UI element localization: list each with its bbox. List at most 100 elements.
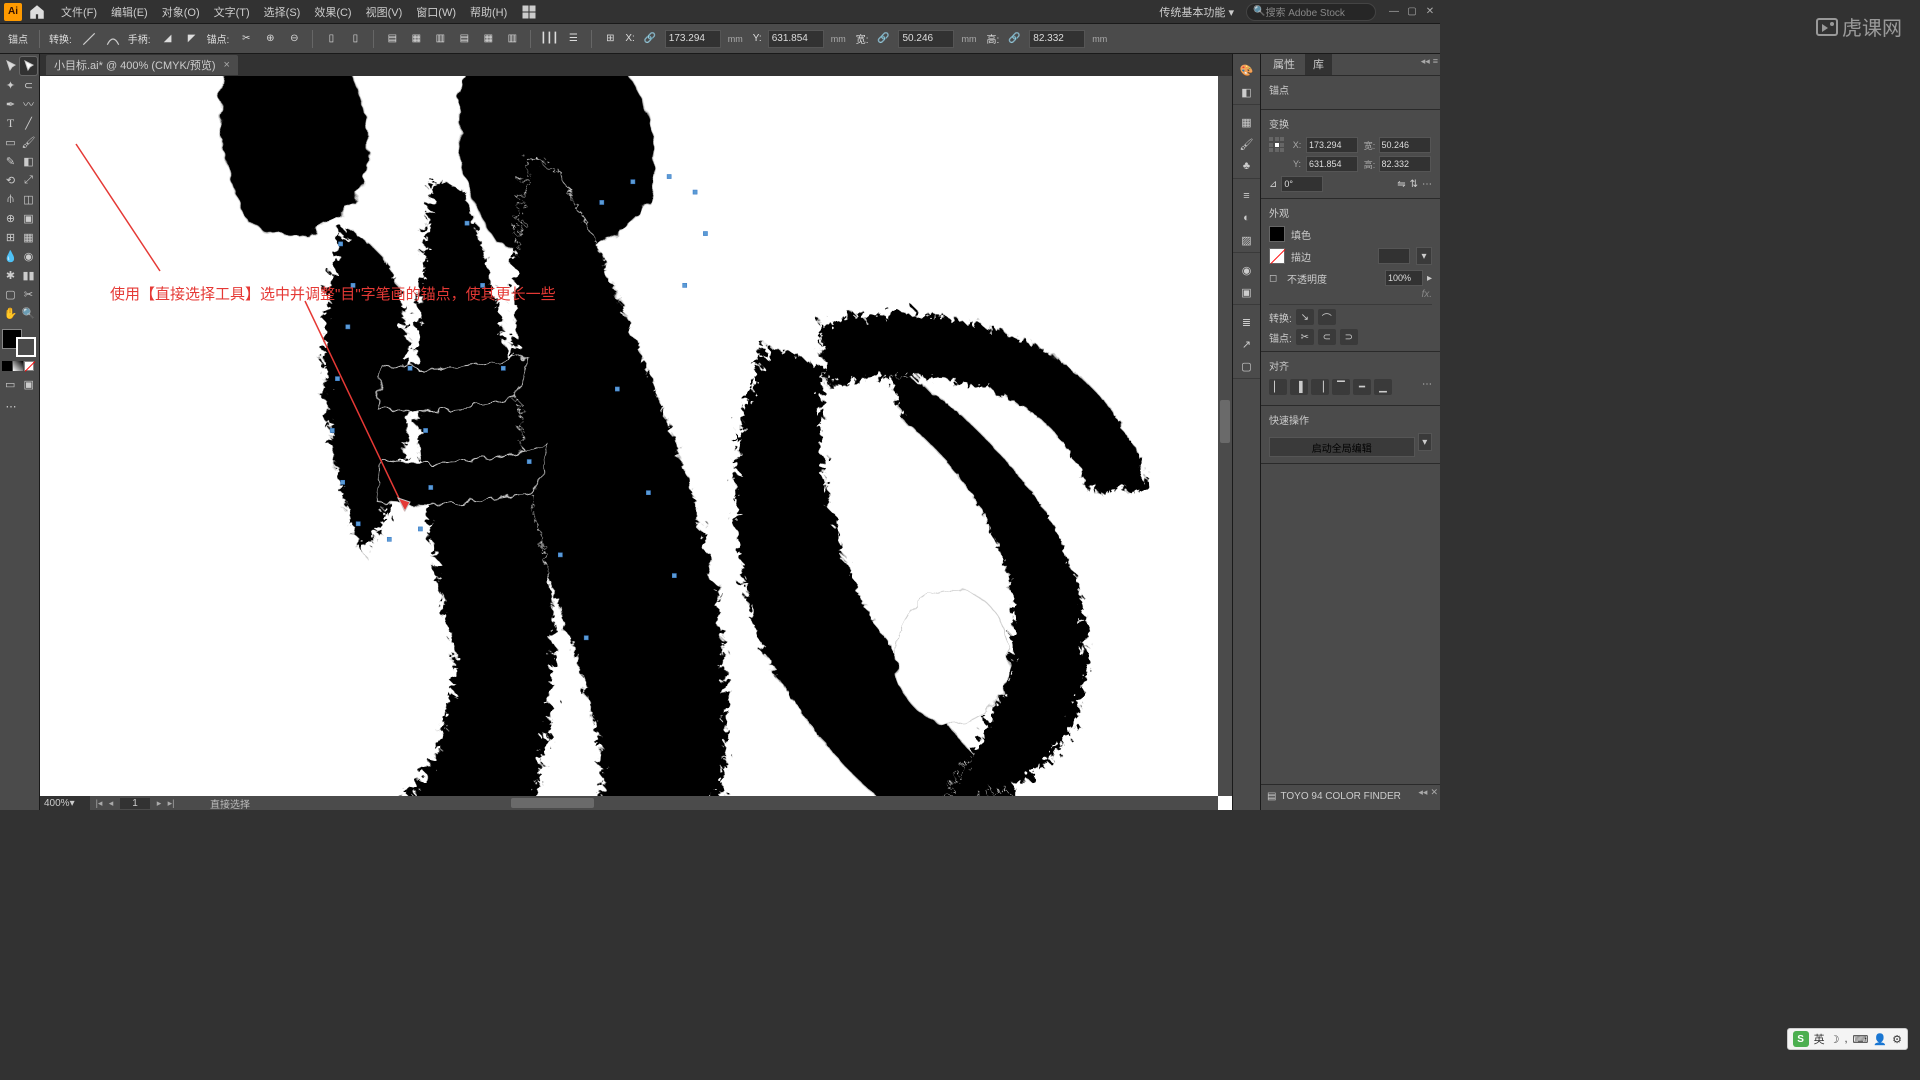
pen-tool[interactable]: ✒: [2, 95, 19, 113]
prop-x-input[interactable]: [1306, 137, 1358, 153]
perspective-tool[interactable]: ▣: [20, 209, 37, 227]
link-wh2-icon[interactable]: 🔗: [1005, 30, 1023, 48]
brushes-icon[interactable]: 🖌: [1238, 135, 1256, 153]
x-input[interactable]: [665, 30, 721, 48]
w-input[interactable]: [898, 30, 954, 48]
stroke-panel-icon[interactable]: ≡: [1238, 187, 1256, 205]
y-input[interactable]: [768, 30, 824, 48]
workspace-selector[interactable]: 传统基本功能 ▾: [1153, 2, 1240, 22]
menu-window[interactable]: 窗口(W): [409, 1, 463, 23]
swatches-icon[interactable]: ▦: [1238, 113, 1256, 131]
page-input[interactable]: 1: [120, 798, 150, 809]
ime-keyboard-icon[interactable]: ⌨: [1853, 1033, 1869, 1046]
remove-anchor-btn[interactable]: ✂: [1296, 329, 1314, 345]
appearance-icon[interactable]: ◉: [1238, 261, 1256, 279]
ime-person-icon[interactable]: 👤: [1873, 1033, 1887, 1046]
adobe-stock-search[interactable]: 🔍 搜索 Adobe Stock: [1246, 3, 1376, 21]
align-vcenter-icon[interactable]: ▦: [479, 30, 497, 48]
edit-toolbar[interactable]: ⋯: [2, 397, 20, 415]
tab-properties[interactable]: 属性: [1265, 54, 1303, 75]
align-top-btn[interactable]: ▔: [1332, 379, 1350, 395]
zoom-display[interactable]: 400% ▾: [40, 796, 90, 810]
artboards-icon[interactable]: ▢: [1238, 357, 1256, 375]
screen-modes[interactable]: ▭▣: [2, 375, 37, 393]
hand-tool[interactable]: ✋: [2, 304, 19, 322]
vertical-scrollbar[interactable]: [1218, 76, 1232, 796]
graph-tool[interactable]: ▮▮: [20, 266, 37, 284]
quick-dropdown[interactable]: ▾: [1418, 433, 1432, 451]
rectangle-tool[interactable]: ▭: [2, 133, 19, 151]
align-right-btn[interactable]: ▕: [1311, 379, 1329, 395]
ime-toolbar[interactable]: S 英 ☽ , ⌨ 👤 ⚙: [1787, 1028, 1908, 1050]
curvature-tool[interactable]: 〰: [20, 95, 37, 113]
stroke-weight-input[interactable]: [1378, 248, 1410, 264]
doc-tab[interactable]: 小目标.ai* @ 400% (CMYK/预览)×: [46, 55, 238, 75]
paintbrush-tool[interactable]: 🖌: [20, 133, 37, 151]
artboard-nav[interactable]: |◂◂: [94, 798, 116, 809]
minimize-button[interactable]: —: [1388, 6, 1400, 18]
align-center-btn[interactable]: ▐: [1290, 379, 1308, 395]
direct-selection-tool[interactable]: [20, 57, 37, 75]
ime-settings-icon[interactable]: ⚙: [1892, 1033, 1902, 1046]
convert-smooth-icon[interactable]: [104, 30, 122, 48]
mesh-tool[interactable]: ⊞: [2, 228, 19, 246]
align-bottom-btn[interactable]: ▁: [1374, 379, 1392, 395]
cut-path-icon[interactable]: ⊖: [285, 30, 303, 48]
lasso-tool[interactable]: ⊂: [20, 76, 37, 94]
align-top-icon[interactable]: ▤: [455, 30, 473, 48]
align-left-btn[interactable]: ▏: [1269, 379, 1287, 395]
flip-h-icon[interactable]: ⇋: [1397, 179, 1405, 190]
home-icon[interactable]: [28, 3, 46, 21]
more-options-icon[interactable]: ⋯: [1422, 179, 1432, 190]
gradient-tool[interactable]: ▦: [20, 228, 37, 246]
asset-export-icon[interactable]: ↗: [1238, 335, 1256, 353]
gradient-panel-icon[interactable]: ◐: [1238, 209, 1256, 227]
global-edit-button[interactable]: 启动全局编辑: [1269, 437, 1415, 457]
shaper-tool[interactable]: ✎: [2, 152, 19, 170]
maximize-button[interactable]: ▢: [1406, 6, 1418, 18]
distribute-h-icon[interactable]: ┃┃┃: [540, 30, 558, 48]
color-guide-icon[interactable]: ◧: [1238, 83, 1256, 101]
connect-anchor-icon[interactable]: ⊕: [261, 30, 279, 48]
remove-anchor-icon[interactable]: ✂: [237, 30, 255, 48]
slice-tool[interactable]: ✂: [20, 285, 37, 303]
ref-point-icon[interactable]: ⊞: [601, 30, 619, 48]
selection-tool[interactable]: [2, 57, 19, 75]
align-hcenter-icon[interactable]: ▦: [407, 30, 425, 48]
rotate-tool[interactable]: ⟲: [2, 171, 19, 189]
align-middle-btn[interactable]: ━: [1353, 379, 1371, 395]
artboard-tool[interactable]: ▢: [2, 285, 19, 303]
align-more-icon[interactable]: ⋯: [1422, 379, 1432, 395]
align-left-icon[interactable]: ▤: [383, 30, 401, 48]
align-right-icon[interactable]: ▥: [431, 30, 449, 48]
menu-edit[interactable]: 编辑(E): [104, 1, 155, 23]
align-btn-1[interactable]: ▯: [322, 30, 340, 48]
distribute-v-icon[interactable]: ☰: [564, 30, 582, 48]
prop-h-input[interactable]: [1379, 156, 1431, 172]
color-panel-icon[interactable]: 🎨: [1238, 61, 1256, 79]
eraser-tool[interactable]: ◧: [20, 152, 37, 170]
swatch-collapse-icon[interactable]: ◂◂: [1418, 787, 1427, 798]
link-wh-icon[interactable]: 🔗: [874, 30, 892, 48]
canvas[interactable]: 使用【直接选择工具】选中并调整"目"字笔画的锚点，使其更长一些: [40, 76, 1232, 810]
panel-menu-icon[interactable]: ≡: [1433, 56, 1438, 67]
free-transform-tool[interactable]: ◫: [20, 190, 37, 208]
handle-show-icon[interactable]: ◢: [159, 30, 177, 48]
link-xy-icon[interactable]: 🔗: [641, 30, 659, 48]
blend-tool[interactable]: ◉: [20, 247, 37, 265]
layers-icon[interactable]: ≣: [1238, 313, 1256, 331]
width-tool[interactable]: ⫛: [2, 190, 19, 208]
ime-moon-icon[interactable]: ☽: [1830, 1033, 1840, 1046]
stroke-swatch[interactable]: [1269, 248, 1285, 264]
tab-libraries[interactable]: 库: [1305, 54, 1332, 75]
transparency-icon[interactable]: ▨: [1238, 231, 1256, 249]
artboard-nav2[interactable]: ▸▸|: [154, 798, 176, 809]
panel-collapse-icon[interactable]: ◂◂: [1421, 56, 1430, 67]
flip-v-icon[interactable]: ⇅: [1410, 179, 1418, 190]
menu-effect[interactable]: 效果(C): [307, 1, 358, 23]
menu-view[interactable]: 视图(V): [359, 1, 410, 23]
swatch-list-icon[interactable]: ▤: [1267, 791, 1276, 802]
eyedropper-tool[interactable]: 💧: [2, 247, 19, 265]
graphic-styles-icon[interactable]: ▣: [1238, 283, 1256, 301]
cut-anchor-btn[interactable]: ⊃: [1340, 329, 1358, 345]
